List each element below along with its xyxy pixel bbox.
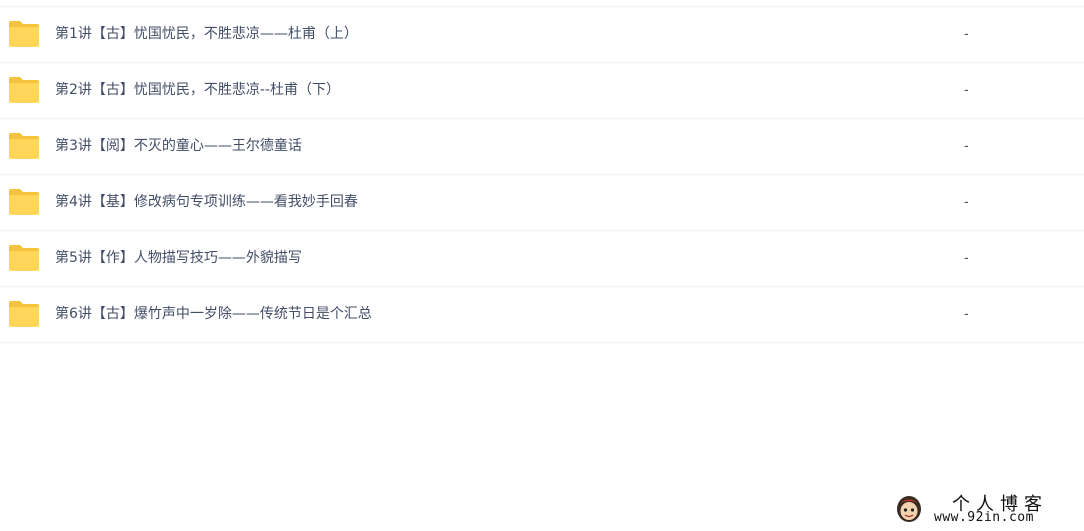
file-name[interactable]: 第1讲【古】忧国忧民，不胜悲凉——杜甫（上） [55, 7, 358, 62]
file-name[interactable]: 第3讲【阅】不灭的童心——王尔德童话 [55, 119, 302, 174]
file-row[interactable]: 第4讲【基】修改病句专项训练——看我妙手回春 - [0, 175, 1084, 231]
folder-icon [8, 300, 40, 328]
folder-icon [8, 188, 40, 216]
cartoon-avatar-icon [894, 492, 924, 524]
folder-icon [8, 76, 40, 104]
file-row[interactable]: 第2讲【古】忧国忧民，不胜悲凉--杜甫（下） - [0, 63, 1084, 119]
folder-icon [8, 244, 40, 272]
file-size: - [964, 251, 969, 266]
file-row[interactable]: 第1讲【古】忧国忧民，不胜悲凉——杜甫（上） - [0, 7, 1084, 63]
file-list: 第1讲【古】忧国忧民，不胜悲凉——杜甫（上） - 第2讲【古】忧国忧民，不胜悲凉… [0, 6, 1084, 343]
file-size: - [964, 83, 969, 98]
file-size: - [964, 27, 969, 42]
file-row[interactable]: 第6讲【古】爆竹声中一岁除——传统节日是个汇总 - [0, 287, 1084, 343]
file-size: - [964, 307, 969, 322]
file-size: - [964, 195, 969, 210]
folder-icon [8, 132, 40, 160]
file-name[interactable]: 第2讲【古】忧国忧民，不胜悲凉--杜甫（下） [55, 63, 340, 118]
file-row[interactable]: 第3讲【阅】不灭的童心——王尔德童话 - [0, 119, 1084, 175]
watermark-url: www.92in.com [934, 510, 1034, 525]
file-name[interactable]: 第4讲【基】修改病句专项训练——看我妙手回春 [55, 175, 358, 230]
file-name[interactable]: 第6讲【古】爆竹声中一岁除——传统节日是个汇总 [55, 287, 372, 342]
file-size: - [964, 139, 969, 154]
watermark: 个人博客 www.92in.com [892, 490, 1082, 528]
file-name[interactable]: 第5讲【作】人物描写技巧——外貌描写 [55, 231, 302, 286]
file-row[interactable]: 第5讲【作】人物描写技巧——外貌描写 - [0, 231, 1084, 287]
folder-icon [8, 20, 40, 48]
